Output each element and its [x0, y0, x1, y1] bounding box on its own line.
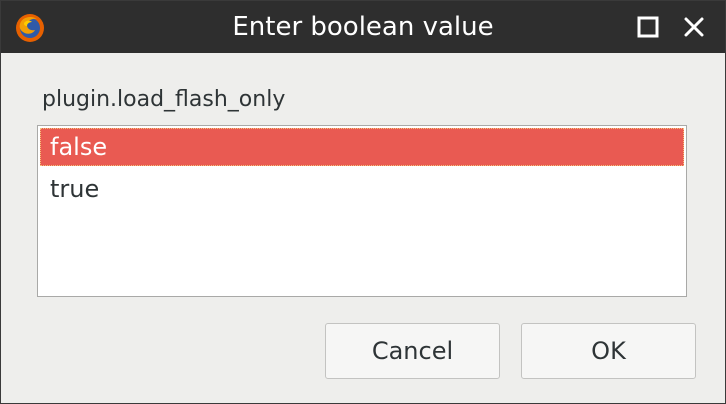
list-item-false[interactable]: false: [40, 128, 684, 166]
titlebar[interactable]: Enter boolean value: [1, 1, 725, 53]
dialog-window: Enter boolean value plugin.load_flash_on…: [0, 0, 726, 404]
close-icon[interactable]: [682, 15, 706, 39]
maximize-icon[interactable]: [637, 16, 659, 38]
boolean-value-list[interactable]: false true: [37, 125, 687, 297]
list-item-true[interactable]: true: [40, 170, 684, 208]
preference-name-label: plugin.load_flash_only: [42, 87, 286, 112]
cancel-button[interactable]: Cancel: [325, 323, 500, 379]
window-title: Enter boolean value: [232, 12, 494, 42]
ok-button[interactable]: OK: [521, 323, 696, 379]
